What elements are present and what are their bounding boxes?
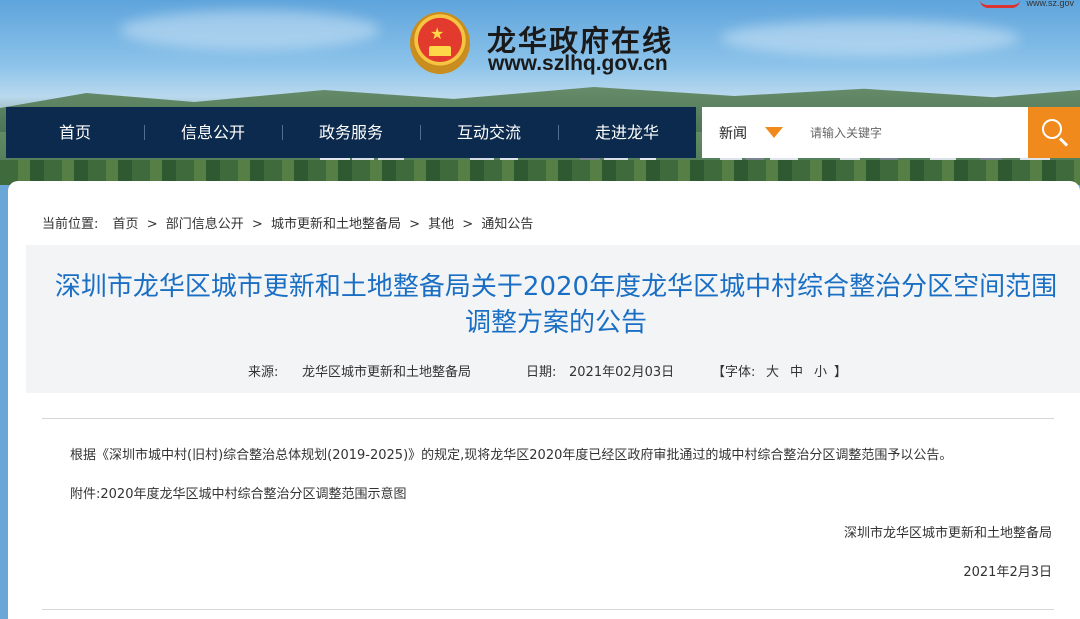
search-button[interactable] bbox=[1028, 107, 1080, 158]
date-label: 日期: bbox=[526, 365, 557, 380]
font-size-close-bracket: 】 bbox=[834, 365, 848, 380]
nav-item-about-longhua[interactable]: 走进龙华 bbox=[558, 107, 696, 158]
font-size-small-button[interactable]: 小 bbox=[814, 361, 827, 380]
breadcrumb-item-bureau[interactable]: 城市更新和土地整备局 bbox=[271, 217, 401, 232]
search-category-dropdown[interactable]: 新闻 bbox=[702, 123, 792, 143]
article-title: 深圳市龙华区城市更新和土地整备局关于2020年度龙华区城中村综合整治分区空间范围… bbox=[54, 272, 1058, 338]
main-nav: 首页 信息公开 政务服务 互动交流 走进龙华 bbox=[6, 107, 696, 158]
nav-item-home[interactable]: 首页 bbox=[6, 107, 144, 158]
search-input[interactable] bbox=[792, 107, 1028, 158]
breadcrumb-prefix: 当前位置: bbox=[42, 217, 99, 232]
corner-logo-swoosh-icon bbox=[980, 0, 1020, 8]
nav-item-info-disclosure[interactable]: 信息公开 bbox=[144, 107, 282, 158]
source-value: 龙华区城市更新和土地整备局 bbox=[302, 365, 472, 380]
corner-logo[interactable]: www.sz.gov bbox=[1026, 0, 1074, 8]
signed-date: 2021年2月3日 bbox=[963, 565, 1052, 580]
breadcrumb-item-notices[interactable]: 通知公告 bbox=[481, 217, 533, 232]
site-url: www.szlhq.gov.cn bbox=[488, 52, 668, 75]
article-header: 深圳市龙华区城市更新和土地整备局关于2020年度龙华区城中村综合整治分区空间范围… bbox=[26, 245, 1080, 393]
content-card: 当前位置: 首页 > 部门信息公开 > 城市更新和土地整备局 > 其他 > 通知… bbox=[8, 181, 1080, 619]
cloud bbox=[120, 10, 380, 50]
date-value: 2021年02月03日 bbox=[569, 365, 675, 380]
search-category-label: 新闻 bbox=[719, 125, 747, 142]
search-icon bbox=[1042, 119, 1062, 139]
nav-item-interaction[interactable]: 互动交流 bbox=[420, 107, 558, 158]
source-label: 来源: bbox=[248, 365, 279, 380]
signature: 深圳市龙华区城市更新和土地整备局 bbox=[843, 526, 1052, 541]
national-emblem-icon: ★ bbox=[410, 12, 470, 74]
font-size-medium-button[interactable]: 中 bbox=[790, 361, 803, 380]
breadcrumb-item-dept-info[interactable]: 部门信息公开 bbox=[166, 217, 244, 232]
divider bbox=[42, 609, 1054, 610]
breadcrumb-item-home[interactable]: 首页 bbox=[113, 217, 139, 232]
font-size-label: 【字体: bbox=[712, 365, 756, 380]
attachment-link[interactable]: 附件:2020年度龙华区城中村综合整治分区调整范围示意图 bbox=[70, 483, 406, 502]
breadcrumb-item-other[interactable]: 其他 bbox=[428, 217, 454, 232]
caret-down-icon bbox=[765, 127, 783, 138]
cloud bbox=[720, 20, 1020, 56]
font-size-large-button[interactable]: 大 bbox=[766, 361, 779, 380]
article-body: 根据《深圳市城中村(旧村)综合整治总体规划(2019-2025)》的规定,现将龙… bbox=[70, 448, 953, 463]
search-bar: 新闻 bbox=[702, 107, 1080, 158]
divider bbox=[42, 418, 1054, 419]
nav-item-gov-services[interactable]: 政务服务 bbox=[282, 107, 420, 158]
breadcrumb: 当前位置: 首页 > 部门信息公开 > 城市更新和土地整备局 > 其他 > 通知… bbox=[42, 217, 534, 232]
